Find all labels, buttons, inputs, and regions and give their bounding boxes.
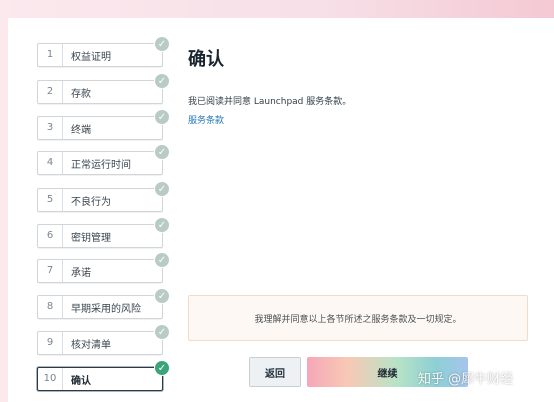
check-icon: ✓ [154, 217, 170, 233]
terms-link[interactable]: 服务条款 [188, 113, 224, 126]
step-item-7[interactable]: 7 承诺 ✓ [37, 252, 170, 283]
step-number: 10 [38, 368, 63, 390]
step-label: 早期采用的风险 [71, 303, 141, 315]
step-number: 2 [38, 81, 63, 103]
check-icon: ✓ [154, 109, 170, 125]
step-item-1[interactable]: 1 权益证明 ✓ [37, 36, 170, 67]
step-label: 存款 [71, 88, 91, 100]
check-icon: ✓ [154, 360, 170, 376]
step-number: 7 [38, 260, 63, 282]
check-icon: ✓ [154, 36, 170, 52]
check-icon: ✓ [154, 252, 170, 268]
agreement-notice[interactable]: 我理解并同意以上各节所述之服务条款及一切规定。 [188, 295, 528, 341]
step-label: 密钥管理 [71, 232, 111, 244]
terms-description: 我已阅读并同意 Launchpad 服务条款。 [188, 97, 352, 107]
step-item-2[interactable]: 2 存款 ✓ [37, 73, 170, 104]
step-item-8[interactable]: 8 早期采用的风险 ✓ [37, 288, 170, 319]
check-icon: ✓ [154, 324, 170, 340]
step-label: 核对清单 [71, 339, 111, 351]
step-item-9[interactable]: 9 核对清单 ✓ [37, 324, 170, 355]
step-label: 权益证明 [71, 51, 111, 63]
watermark-text: 知乎 @犀牛财经 [418, 372, 514, 387]
step-number: 4 [38, 152, 63, 174]
step-label: 不良行为 [71, 196, 111, 208]
step-item-10[interactable]: 10 确认 ✓ [37, 360, 170, 391]
step-number: 3 [38, 117, 63, 139]
step-label: 正常运行时间 [71, 159, 131, 171]
back-button[interactable]: 返回 [249, 357, 301, 387]
step-item-6[interactable]: 6 密钥管理 ✓ [37, 217, 170, 248]
check-icon: ✓ [154, 181, 170, 197]
step-label: 确认 [71, 375, 91, 387]
step-label: 终端 [71, 124, 91, 136]
step-label: 承诺 [71, 267, 91, 279]
step-item-4[interactable]: 4 正常运行时间 ✓ [37, 144, 170, 175]
page-title: 确认 [188, 49, 224, 70]
step-number: 9 [38, 332, 63, 354]
agreement-notice-text: 我理解并同意以上各节所述之服务条款及一切规定。 [254, 314, 462, 325]
check-icon: ✓ [154, 144, 170, 160]
step-item-3[interactable]: 3 终端 ✓ [37, 109, 170, 140]
step-number: 1 [38, 44, 63, 66]
check-icon: ✓ [154, 73, 170, 89]
step-item-5[interactable]: 5 不良行为 ✓ [37, 181, 170, 212]
step-number: 5 [38, 189, 63, 211]
check-icon: ✓ [154, 288, 170, 304]
step-number: 6 [38, 225, 63, 247]
step-number: 8 [38, 296, 63, 318]
